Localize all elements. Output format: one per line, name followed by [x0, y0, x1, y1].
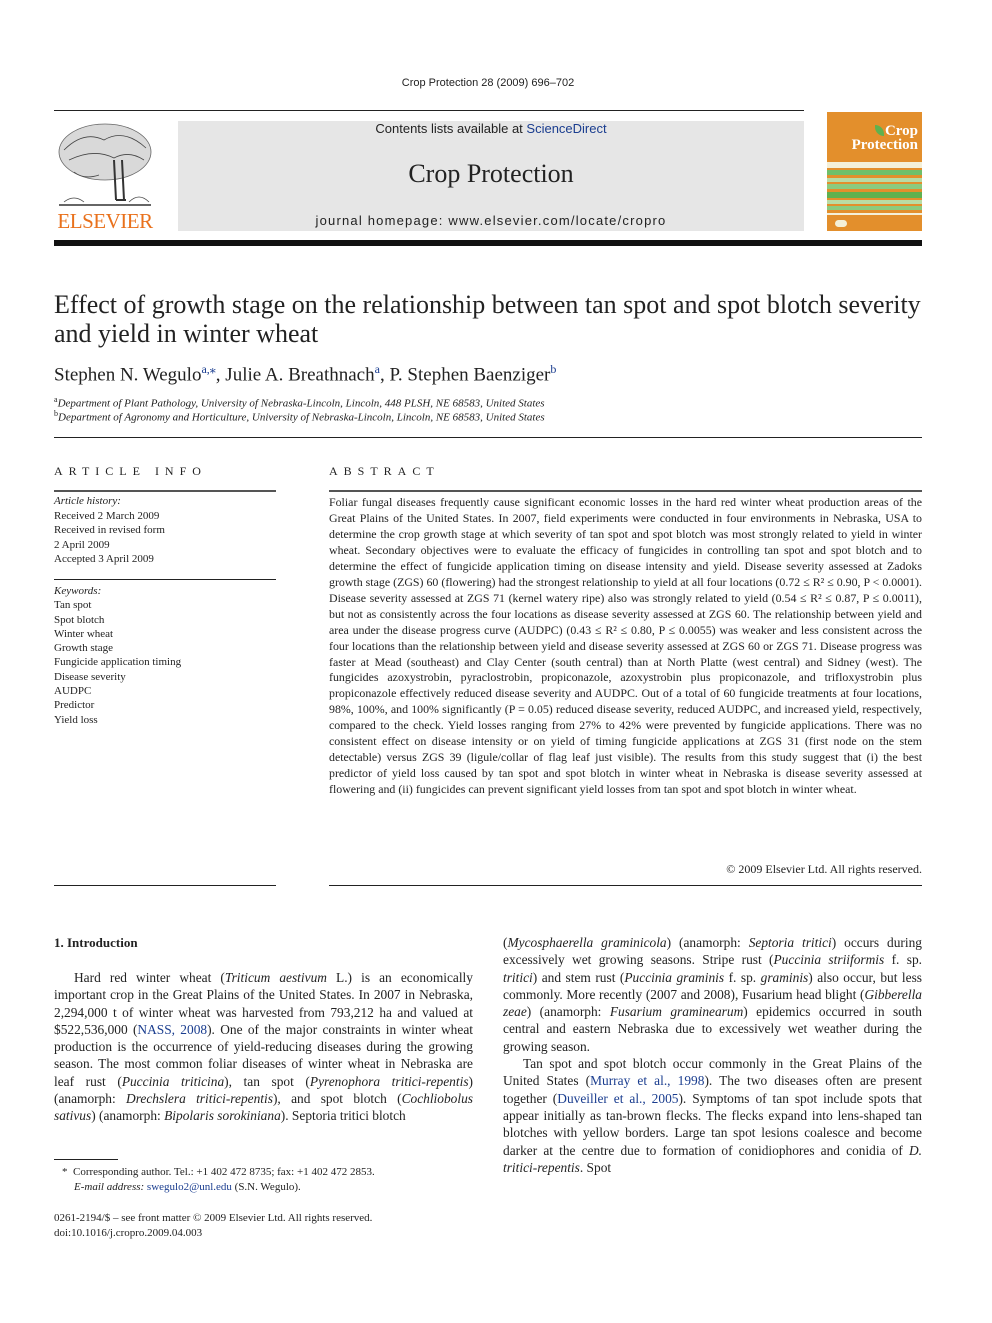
cover-stripe [827, 178, 922, 182]
contents-prefix: Contents lists available at [375, 121, 527, 136]
email-link[interactable]: swegulo2@unl.edu [147, 1181, 232, 1193]
affiliation-a: aDepartment of Plant Pathology, Universi… [54, 395, 545, 410]
running-head: Crop Protection 28 (2009) 696–702 [401, 77, 575, 89]
body-column-left: Hard red winter wheat (Triticum aestivum… [54, 969, 473, 1125]
keyword: AUDPC [54, 685, 92, 698]
citation-link[interactable]: Murray et al., 1998 [590, 1073, 704, 1088]
citation-link[interactable]: NASS, 2008 [137, 1022, 207, 1037]
keyword: Spot blotch [54, 613, 105, 626]
citation-link[interactable]: Duveiller et al., 2005 [557, 1091, 678, 1106]
abstract-copyright: © 2009 Elsevier Ltd. All rights reserved… [726, 862, 922, 876]
keyword: Tan spot [54, 599, 92, 612]
elsevier-logo[interactable]: ELSEVIER [54, 120, 156, 234]
email-suffix: (S.N. Wegulo). [231, 1181, 301, 1193]
society-logo-icon [835, 220, 847, 227]
footnote-mark: * [62, 1166, 68, 1178]
author-affiliation-mark[interactable]: b [550, 362, 556, 376]
keyword: Winter wheat [54, 627, 114, 640]
keyword: Yield loss [54, 713, 98, 726]
footnote-rule [54, 1159, 118, 1160]
sciencedirect-link[interactable]: ScienceDirect [526, 121, 606, 136]
cover-stripe [827, 170, 922, 175]
author-affiliation-mark[interactable]: a [375, 362, 380, 376]
elsevier-wordmark: ELSEVIER [57, 209, 153, 233]
author-list: Stephen N. Weguloa,⁎, Julie A. Breathnac… [54, 362, 557, 386]
intro-paragraph-1: Hard red winter wheat (Triticum aestivum… [54, 970, 473, 1124]
keyword: Disease severity [54, 670, 126, 683]
divider [54, 579, 276, 580]
cover-stripe [827, 162, 922, 168]
issn-line: 0261-2194/$ – see front matter © 2009 El… [54, 1212, 373, 1224]
keywords: Keywords: Tan spot Spot blotch Winter wh… [54, 584, 276, 727]
affiliation-b: bDepartment of Agronomy and Horticulture… [54, 409, 545, 424]
header-thick-rule [54, 240, 922, 246]
divider [54, 885, 276, 886]
cover-stripe [827, 213, 922, 215]
cover-stripe [827, 206, 922, 210]
divider [54, 490, 276, 492]
keywords-label: Keywords: [54, 585, 102, 597]
corresponding-author-footnote: * Corresponding author. Tel.: +1 402 472… [62, 1165, 375, 1195]
front-matter: 0261-2194/$ – see front matter © 2009 El… [54, 1211, 372, 1241]
elsevier-tree-icon [58, 123, 152, 206]
abstract-text: Foliar fungal diseases frequently cause … [329, 495, 922, 797]
journal-masthead: Contents lists available at ScienceDirec… [178, 121, 804, 231]
contents-line: Contents lists available at ScienceDirec… [178, 121, 804, 136]
author-affiliation-mark[interactable]: a,⁎ [201, 362, 215, 376]
history-item: 2 April 2009 [54, 538, 110, 551]
author-name[interactable]: P. Stephen Baenziger [389, 364, 550, 385]
footnote-text: Corresponding author. Tel.: +1 402 472 8… [73, 1166, 375, 1178]
journal-cover-thumbnail[interactable]: Crop Protection [827, 112, 922, 231]
author-name[interactable]: Julie A. Breathnach [225, 364, 374, 385]
history-item: Received 2 March 2009 [54, 509, 160, 522]
article-info-heading: ARTICLE INFO [54, 464, 207, 478]
cover-title: Crop Protection [851, 123, 918, 153]
leaf-icon [874, 125, 884, 136]
intro-paragraph-2: Tan spot and spot blotch occur commonly … [503, 1056, 922, 1175]
divider [329, 490, 922, 492]
cover-stripe [827, 192, 922, 198]
journal-homepage-link[interactable]: journal homepage: www.elsevier.com/locat… [178, 213, 804, 228]
article-history: Article history: Received 2 March 2009 R… [54, 494, 276, 567]
article-title: Effect of growth stage on the relationsh… [54, 290, 921, 348]
article-history-label: Article history: [54, 495, 121, 507]
cover-stripe [827, 184, 922, 189]
top-rule [54, 110, 804, 111]
keyword: Growth stage [54, 642, 113, 655]
history-item: Received in revised form [54, 524, 165, 536]
journal-title: Crop Protection [408, 159, 574, 188]
intro-paragraph-1-continued: (Mycosphaerella graminicola) (anamorph: … [503, 935, 923, 1054]
abstract-heading: ABSTRACT [329, 464, 440, 478]
author-name[interactable]: Stephen N. Wegulo [54, 364, 201, 385]
keyword: Fungicide application timing [54, 656, 182, 669]
section-heading-introduction: 1. Introduction [54, 935, 138, 950]
history-item: Accepted 3 April 2009 [54, 553, 154, 565]
email-label: E-mail address: [74, 1181, 145, 1193]
body-column-right: (Mycosphaerella graminicola) (anamorph: … [503, 934, 922, 1176]
cover-stripe [827, 200, 922, 204]
doi-link[interactable]: doi:10.1016/j.cropro.2009.04.003 [54, 1226, 372, 1241]
keyword: Predictor [54, 699, 95, 712]
divider [54, 437, 922, 438]
divider [329, 885, 922, 886]
